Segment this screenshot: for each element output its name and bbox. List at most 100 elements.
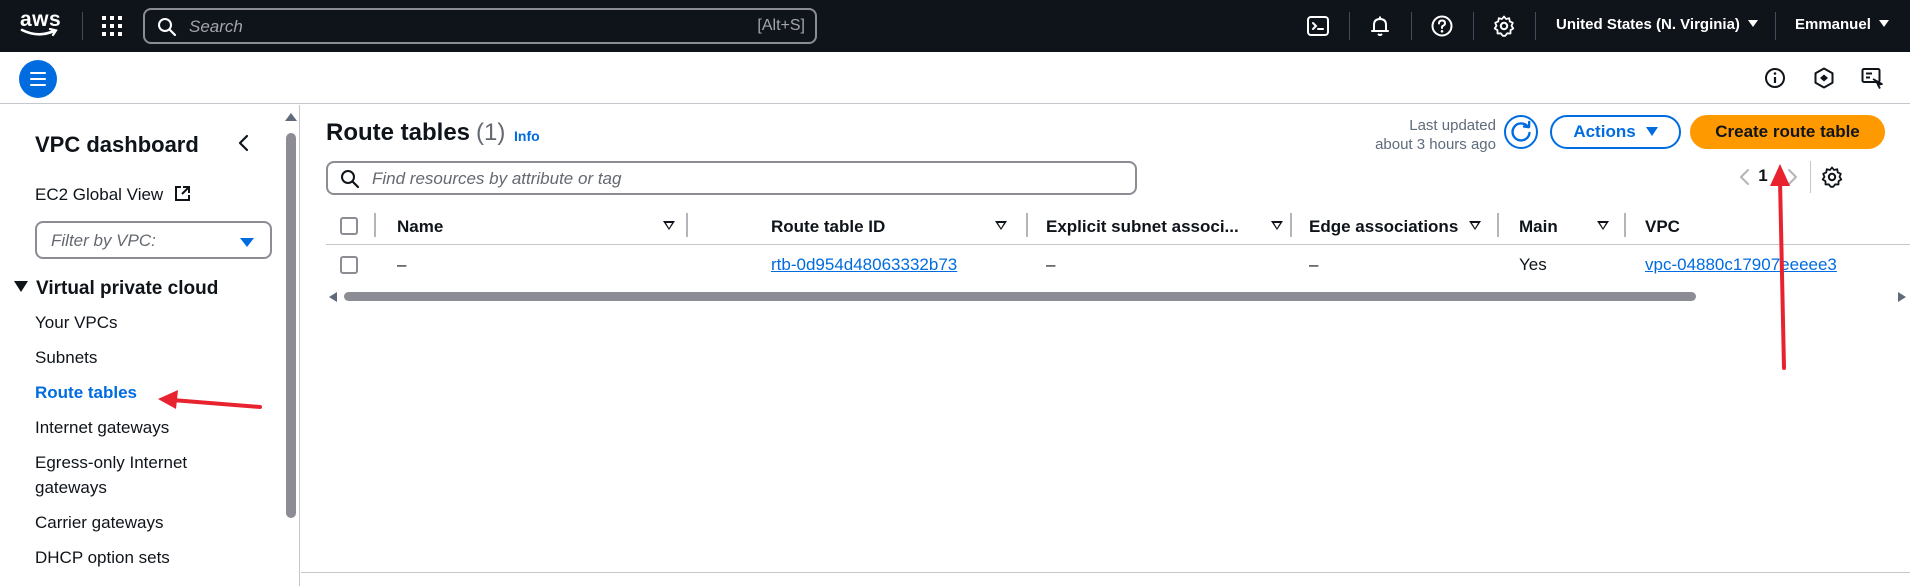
- resource-count: (1): [476, 119, 506, 146]
- next-page-button[interactable]: [1783, 165, 1801, 189]
- actions-button[interactable]: Actions: [1550, 115, 1681, 149]
- sidebar-item-dhcp-option-sets[interactable]: DHCP option sets: [35, 545, 235, 570]
- chevron-right-icon: [1788, 169, 1797, 185]
- table-header: Name Route table ID Explicit subnet asso…: [326, 207, 1910, 245]
- sidebar-item-route-tables[interactable]: Route tables: [35, 380, 235, 405]
- select-all-checkbox[interactable]: [340, 217, 358, 235]
- scrollbar-thumb[interactable]: [344, 292, 1696, 301]
- search-placeholder: Search: [189, 17, 243, 36]
- global-search-input[interactable]: Search [Alt+S]: [143, 8, 817, 44]
- cell-route-table-id-link[interactable]: rtb-0d954d48063332b73: [771, 255, 957, 275]
- table-preferences-button[interactable]: [1820, 165, 1844, 189]
- sidebar-title[interactable]: VPC dashboard: [35, 132, 199, 158]
- sidebar-scrollbar[interactable]: [283, 105, 297, 586]
- column-header-main[interactable]: Main: [1519, 217, 1609, 237]
- resource-filter-input[interactable]: Find resources by attribute or tag: [326, 161, 1137, 195]
- nav-divider: [82, 12, 83, 40]
- search-shortcut: [Alt+S]: [757, 17, 805, 34]
- sidebar-section-virtual-private-cloud[interactable]: Virtual private cloud: [14, 278, 218, 300]
- user-menu[interactable]: Emmanuel: [1795, 16, 1889, 33]
- notifications-icon[interactable]: [1812, 66, 1836, 90]
- settings-icon[interactable]: [1492, 14, 1516, 38]
- bell-icon[interactable]: [1368, 14, 1392, 38]
- cell-main: Yes: [1519, 255, 1547, 274]
- info-icon[interactable]: [1763, 66, 1787, 90]
- top-navigation: aws Search [Alt+S] United States (N. Vir…: [0, 0, 1910, 52]
- sort-caret-icon[interactable]: [1271, 221, 1283, 230]
- table-horizontal-scrollbar[interactable]: [326, 289, 1910, 303]
- nav-divider: [1775, 12, 1776, 40]
- scroll-left-arrow-icon[interactable]: [329, 292, 337, 302]
- scroll-up-arrow-icon[interactable]: [285, 113, 297, 121]
- refresh-button[interactable]: [1504, 115, 1538, 149]
- column-resizer[interactable]: [1290, 213, 1292, 237]
- sort-caret-icon[interactable]: [995, 221, 1007, 230]
- column-resizer[interactable]: [1497, 213, 1499, 237]
- scroll-right-arrow-icon[interactable]: [1898, 292, 1906, 302]
- sidebar-item-carrier-gateways[interactable]: Carrier gateways: [35, 510, 235, 535]
- page-number[interactable]: 1: [1754, 166, 1772, 186]
- aws-logo[interactable]: aws: [20, 8, 62, 40]
- region-selector[interactable]: United States (N. Virginia): [1556, 16, 1758, 33]
- caret-down-icon: [240, 238, 254, 247]
- last-updated-label: Last updated: [1409, 117, 1496, 134]
- column-resizer[interactable]: [686, 213, 688, 237]
- sidebar: VPC dashboard EC2 Global View Filter by …: [0, 105, 300, 586]
- vpc-filter-select[interactable]: Filter by VPC:: [35, 221, 272, 259]
- region-label: United States (N. Virginia): [1556, 16, 1740, 33]
- row-select-checkbox[interactable]: [340, 256, 358, 274]
- create-route-table-button[interactable]: Create route table: [1690, 115, 1885, 149]
- gear-icon: [1821, 166, 1843, 188]
- info-link[interactable]: Info: [514, 128, 540, 144]
- search-icon: [158, 18, 177, 37]
- filter-placeholder: Find resources by attribute or tag: [372, 169, 622, 188]
- page-title-text: Route tables: [326, 119, 471, 146]
- nav-divider: [1411, 12, 1412, 40]
- cloudshell-icon[interactable]: [1306, 14, 1330, 38]
- hamburger-menu-button[interactable]: [19, 60, 57, 98]
- sort-caret-icon[interactable]: [663, 221, 675, 230]
- cell-name: –: [397, 255, 407, 274]
- sort-caret-icon[interactable]: [1469, 221, 1481, 230]
- chevron-left-icon: [238, 134, 249, 152]
- column-header-vpc[interactable]: VPC: [1645, 217, 1845, 237]
- secondary-toolbar: [0, 52, 1910, 104]
- help-icon[interactable]: [1430, 14, 1454, 38]
- sidebar-item-label: EC2 Global View: [35, 185, 164, 204]
- sidebar-item-egress-only-internet-gateways[interactable]: Egress-only Internet gateways: [35, 450, 215, 500]
- previous-page-button[interactable]: [1736, 165, 1754, 189]
- sidebar-item-ec2-global-view[interactable]: EC2 Global View: [35, 185, 191, 205]
- nav-divider: [1473, 12, 1474, 40]
- services-grid-icon[interactable]: [100, 14, 124, 38]
- chevron-down-icon: [1747, 20, 1758, 27]
- pager-divider: [1810, 161, 1811, 193]
- feedback-icon[interactable]: [1860, 66, 1884, 90]
- sort-caret-icon[interactable]: [1597, 221, 1609, 230]
- last-updated: Last updated about 3 hours ago: [1321, 116, 1496, 154]
- column-resizer[interactable]: [374, 213, 376, 237]
- sidebar-item-internet-gateways[interactable]: Internet gateways: [35, 415, 235, 440]
- chevron-left-icon: [1740, 169, 1749, 185]
- vpc-filter-placeholder: Filter by VPC:: [51, 231, 156, 250]
- external-link-icon: [174, 186, 190, 201]
- cell-edge-associations: –: [1309, 255, 1319, 274]
- cell-vpc-link[interactable]: vpc-04880c17907eeeee3: [1645, 255, 1837, 275]
- column-resizer[interactable]: [1624, 213, 1626, 237]
- column-header-route-table-id[interactable]: Route table ID: [771, 217, 1001, 237]
- refresh-icon: [1511, 120, 1531, 142]
- search-icon: [341, 170, 360, 189]
- sidebar-item-your-vpcs[interactable]: Your VPCs: [35, 310, 235, 335]
- column-header-name[interactable]: Name: [397, 217, 637, 237]
- content-divider: [301, 572, 1910, 573]
- sidebar-item-subnets[interactable]: Subnets: [35, 345, 235, 370]
- column-resizer[interactable]: [1026, 213, 1028, 237]
- column-header-explicit-subnet-associations[interactable]: Explicit subnet associ...: [1046, 217, 1246, 237]
- actions-button-label: Actions: [1573, 122, 1636, 141]
- close-sidebar-button[interactable]: [234, 131, 254, 155]
- chevron-down-icon: [1878, 20, 1889, 27]
- user-name: Emmanuel: [1795, 16, 1871, 33]
- aws-smile-icon: [20, 28, 58, 37]
- table-row[interactable]: – rtb-0d954d48063332b73 – – Yes vpc-0488…: [326, 246, 1910, 284]
- sidebar-section-label: Virtual private cloud: [36, 278, 219, 299]
- scrollbar-thumb[interactable]: [286, 133, 296, 518]
